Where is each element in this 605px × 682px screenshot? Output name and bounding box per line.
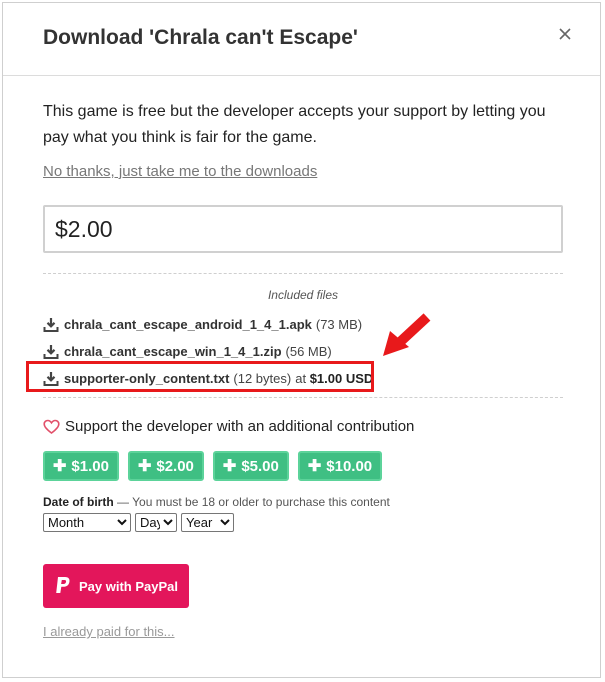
price-input[interactable]	[43, 205, 563, 253]
file-name: chrala_cant_escape_win_1_4_1.zip	[64, 344, 282, 359]
pay-with-paypal-button[interactable]: Pay with PayPal	[43, 564, 189, 608]
file-size: (56 MB)	[285, 344, 332, 359]
download-icon	[43, 317, 59, 332]
plus-icon: ✚	[222, 458, 237, 475]
paypal-label: Pay with PayPal	[79, 578, 178, 594]
plus-icon: ✚	[307, 458, 322, 475]
tip-buttons: ✚ $1.00 ✚ $2.00 ✚ $5.00 ✚ $10.00	[43, 451, 563, 481]
tip-amount: $2.00	[156, 457, 194, 475]
support-row: Support the developer with an additional…	[43, 418, 563, 435]
modal-title: Download 'Chrala can't Escape'	[43, 26, 358, 49]
dob-title: Date of birth	[43, 495, 114, 509]
divider	[43, 273, 563, 274]
tip-button-2[interactable]: ✚ $2.00	[127, 451, 204, 481]
close-icon[interactable]	[556, 25, 574, 43]
plus-icon: ✚	[137, 458, 152, 475]
tip-button-5[interactable]: ✚ $5.00	[212, 451, 289, 481]
tip-amount: $5.00	[241, 457, 279, 475]
plus-icon: ✚	[53, 458, 67, 475]
year-select[interactable]: Year	[181, 513, 234, 532]
file-item: chrala_cant_escape_android_1_4_1.apk (73…	[43, 311, 563, 338]
day-select[interactable]: Day	[135, 513, 177, 532]
file-name: chrala_cant_escape_android_1_4_1.apk	[64, 317, 312, 332]
tip-button-10[interactable]: ✚ $10.00	[297, 451, 383, 481]
download-icon	[43, 344, 59, 359]
modal-header: Download 'Chrala can't Escape'	[3, 3, 600, 76]
highlight-annotation-box	[26, 361, 374, 392]
intro-text: This game is free but the developer acce…	[43, 103, 546, 146]
date-of-birth-label: Date of birth — You must be 18 or older …	[43, 495, 563, 509]
skip-to-downloads-link[interactable]: No thanks, just take me to the downloads	[43, 163, 317, 180]
divider	[43, 397, 563, 398]
paypal-icon	[56, 577, 70, 593]
file-size: (73 MB)	[315, 317, 363, 332]
tip-amount: $10.00	[326, 457, 373, 475]
dob-note: — You must be 18 or older to purchase th…	[117, 495, 390, 509]
red-arrow-annotation	[383, 313, 431, 356]
download-modal: Download 'Chrala can't Escape' This game…	[2, 2, 601, 678]
heart-icon	[43, 419, 60, 434]
tip-button-1[interactable]: ✚ $1.00	[43, 451, 119, 481]
already-paid-link[interactable]: I already paid for this...	[43, 624, 175, 639]
support-text: Support the developer with an additional…	[65, 418, 415, 435]
included-files-heading: Included files	[267, 288, 339, 302]
month-select[interactable]: Month	[43, 513, 131, 532]
tip-amount: $1.00	[71, 457, 109, 475]
dob-selects: Month Day Year	[43, 513, 563, 532]
